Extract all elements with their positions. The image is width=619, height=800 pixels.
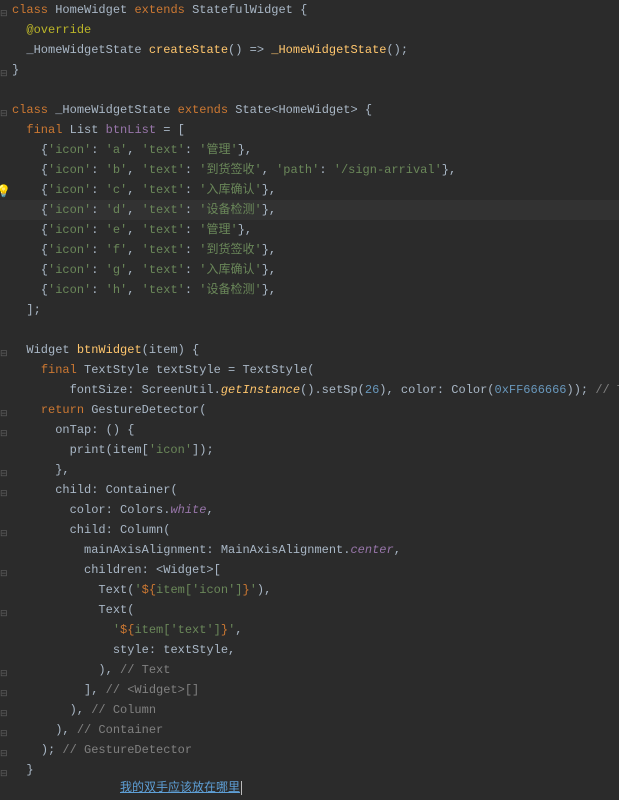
code-line[interactable]: {'icon': 'g', 'text': '入库确认'}, [0,260,619,280]
fold-icon[interactable]: ⊟ [0,424,10,434]
fold-icon[interactable]: ⊟ [0,344,10,354]
fold-icon[interactable]: ⊟ [0,684,10,694]
code-line[interactable]: color: Colors.white, [0,500,619,520]
fold-icon[interactable]: ⊟ [0,724,10,734]
code-line[interactable]: mainAxisAlignment: MainAxisAlignment.cen… [0,540,619,560]
code-line[interactable]: '${item['text']}', [0,620,619,640]
fold-icon[interactable]: ⊟ [0,104,10,114]
code-line[interactable]: ⊟ Text( [0,600,619,620]
code-line[interactable]: ⊟ ), // Column [0,700,619,720]
code-line[interactable]: ⊟ Widget btnWidget(item) { [0,340,619,360]
code-line[interactable] [0,320,619,340]
code-line[interactable]: {'icon': 'b', 'text': '到货签收', 'path': '/… [0,160,619,180]
code-line[interactable]: @override [0,20,619,40]
code-line[interactable]: {'icon': 'a', 'text': '管理'}, [0,140,619,160]
code-line[interactable] [0,80,619,100]
fold-icon[interactable]: ⊟ [0,404,10,414]
code-line[interactable]: ⊟ }, [0,460,619,480]
fold-icon[interactable]: ⊟ [0,704,10,714]
code-line[interactable]: {'icon': 'f', 'text': '到货签收'}, [0,240,619,260]
code-line[interactable]: ⊟ child: Column( [0,520,619,540]
fold-icon[interactable]: ⊟ [0,4,10,14]
fold-icon[interactable]: ⊟ [0,664,10,674]
fold-icon[interactable]: ⊟ [0,524,10,534]
code-line[interactable]: {'icon': 'e', 'text': '管理'}, [0,220,619,240]
fold-icon[interactable]: ⊟ [0,64,10,74]
lightbulb-icon[interactable]: 💡 [0,182,10,196]
code-line-current[interactable]: {'icon': 'd', 'text': '设备检测'}, [0,200,619,220]
code-line[interactable]: _HomeWidgetState createState() => _HomeW… [0,40,619,60]
code-line[interactable]: Text('${item['icon']}'), [0,580,619,600]
code-line[interactable]: style: textStyle, [0,640,619,660]
code-line[interactable]: ⊟class HomeWidget extends StatefulWidget… [0,0,619,20]
code-line[interactable]: ⊟ child: Container( [0,480,619,500]
code-line[interactable]: ⊟ } [0,760,619,780]
code-line[interactable]: ⊟ onTap: () { [0,420,619,440]
fold-icon[interactable]: ⊟ [0,764,10,774]
code-line[interactable]: ]; [0,300,619,320]
code-line[interactable]: ⊟ ], // <Widget>[] [0,680,619,700]
code-line[interactable]: ⊟ children: <Widget>[ [0,560,619,580]
fold-icon[interactable]: ⊟ [0,484,10,494]
code-line[interactable]: {'icon': 'h', 'text': '设备检测'}, [0,280,619,300]
code-line[interactable]: ⊟ ), // Container [0,720,619,740]
code-line[interactable]: fontSize: ScreenUtil.getInstance().setSp… [0,380,619,400]
code-line[interactable]: 💡 {'icon': 'c', 'text': '入库确认'}, [0,180,619,200]
code-line[interactable]: ⊟ return GestureDetector( [0,400,619,420]
fold-icon[interactable]: ⊟ [0,744,10,754]
code-line[interactable]: final List btnList = [ [0,120,619,140]
code-editor[interactable]: ⊟class HomeWidget extends StatefulWidget… [0,0,619,780]
code-line[interactable]: print(item['icon']); [0,440,619,460]
fold-icon[interactable]: ⊟ [0,464,10,474]
code-line[interactable]: ⊟ ); // GestureDetector [0,740,619,760]
code-line[interactable]: ⊟} [0,60,619,80]
code-line[interactable]: ⊟class _HomeWidgetState extends State<Ho… [0,100,619,120]
fold-icon[interactable]: ⊟ [0,564,10,574]
code-line[interactable]: ⊟ ), // Text [0,660,619,680]
fold-icon[interactable]: ⊟ [0,604,10,614]
ime-composition[interactable]: 我的双手应该放在哪里 [120,778,242,798]
code-line[interactable]: final TextStyle textStyle = TextStyle( [0,360,619,380]
